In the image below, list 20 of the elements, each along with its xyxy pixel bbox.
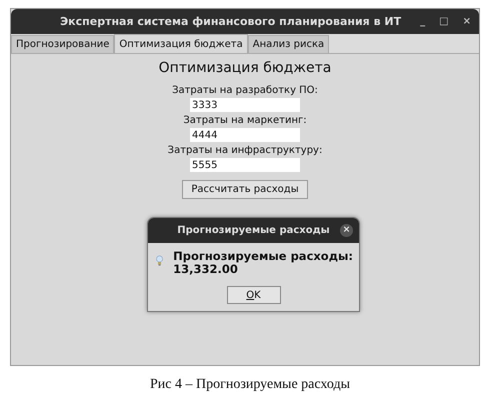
input-field[interactable]: 4444 bbox=[190, 128, 300, 142]
field-label: Затраты на разработку ПО: bbox=[172, 84, 318, 97]
field-label: Затраты на инфраструктуру: bbox=[168, 144, 322, 157]
figure-caption: Рис 4 – Прогнозируемые расходы bbox=[150, 377, 350, 392]
panel-heading: Оптимизация бюджета bbox=[158, 60, 332, 76]
close-button[interactable]: × bbox=[462, 16, 471, 27]
close-button[interactable]: × bbox=[340, 224, 353, 237]
input-field[interactable]: 5555 bbox=[190, 158, 300, 172]
tab[interactable]: Оптимизация бюджета bbox=[114, 34, 248, 53]
ok-button[interactable]: OK bbox=[226, 286, 280, 304]
field-label: Затраты на маркетинг: bbox=[183, 114, 307, 127]
window-title: Экспертная система финансового планирования в ИТ bbox=[59, 15, 402, 28]
input-field[interactable]: 3333 bbox=[190, 98, 300, 112]
dialog-message: Прогнозируемые расходы: 13,332.00 bbox=[173, 250, 353, 276]
tab[interactable]: Прогнозирование bbox=[11, 35, 114, 53]
maximize-button[interactable]: □ bbox=[439, 16, 449, 27]
dialog-title: Прогнозируемые расходы bbox=[177, 225, 330, 236]
minimize-button[interactable]: _ bbox=[420, 16, 426, 27]
tab[interactable]: Анализ риска bbox=[248, 35, 330, 53]
calculate-button[interactable]: Рассчитать расходы bbox=[182, 180, 308, 199]
